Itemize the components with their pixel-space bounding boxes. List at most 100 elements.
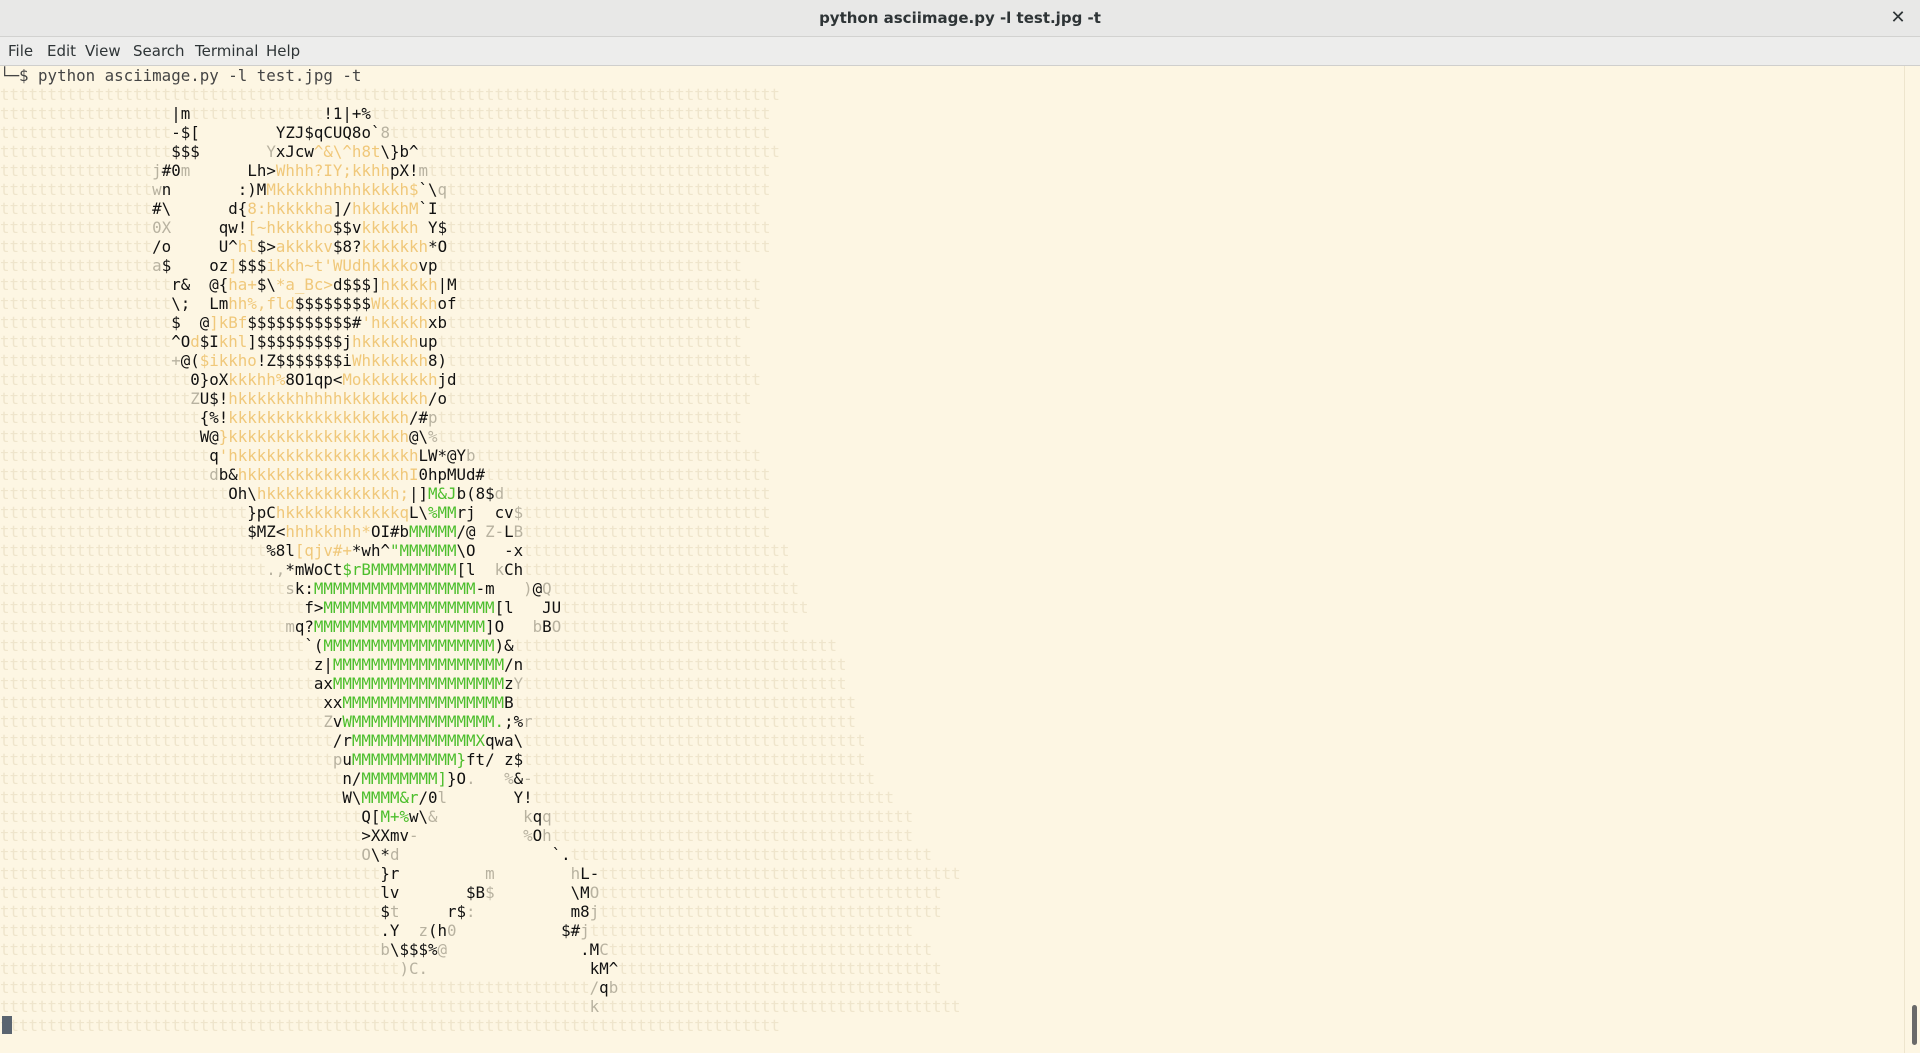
ascii-segment: Y [266, 142, 276, 161]
ascii-segment: -$[ [171, 123, 200, 142]
ascii-segment: tttttttttttttttttttttttttttt [504, 484, 771, 503]
ascii-segment: tttttttttttttttttttttttttttttttttttttt [599, 997, 961, 1016]
ascii-segment: j [580, 921, 590, 940]
ascii-segment: tttttttttttttttttttttttttt [0, 503, 248, 522]
ascii-segment: w\ [408, 807, 429, 826]
ascii-segment: tttttttttttttttttttttttttttttttttt [618, 978, 942, 997]
ascii-line: tttttttttttttttttttttttttt$MZ<hhhkkhhh*O… [0, 522, 961, 541]
scrollbar-thumb[interactable] [1912, 1005, 1917, 1045]
ascii-segment: % [504, 769, 514, 788]
ascii-segment: q [542, 807, 552, 826]
ascii-segment: Whhh?IY;kkhh [275, 161, 390, 180]
ascii-segment: MMMMMMMMMMMMMMMMMM [332, 674, 505, 693]
ascii-segment: *O [428, 237, 448, 256]
ascii-segment: $ [161, 256, 172, 275]
ascii-segment: + [171, 351, 181, 370]
ascii-segment [399, 864, 485, 883]
ascii-segment: tttttttttttttttttttttttttttttttttttttt [570, 845, 933, 864]
ascii-segment: #\ [152, 199, 172, 218]
ascii-segment: tttttttttttttttttttttttttttttttttttttttt… [0, 959, 400, 978]
menu-terminal[interactable]: Terminal [195, 42, 258, 60]
menu-file[interactable]: File [8, 42, 33, 60]
ascii-segment [447, 940, 580, 959]
ascii-segment: h [542, 826, 552, 845]
ascii-segment: tttttttttttttttttttttttttttttttt [437, 332, 742, 351]
ascii-segment: MMMMMMMMMMM} [351, 750, 467, 769]
ascii-segment: Y$ [418, 218, 448, 237]
ascii-segment: %8l [266, 541, 295, 560]
ascii-segment: qwa\ [485, 731, 524, 750]
ascii-line: ttttttttttttttttttttttttttttttmq?MMMMMMM… [0, 617, 961, 636]
ascii-segment [399, 902, 447, 921]
ascii-segment: kM^ [589, 959, 619, 978]
ascii-segment: Z- [475, 522, 505, 541]
ascii-segment: tttttttttttttttttt [0, 313, 172, 332]
ascii-line: tttttttttttttttttt^Od$Ikhl]$$$$$$$$$jhkk… [0, 332, 961, 351]
ascii-segment: ) [523, 579, 533, 598]
ascii-segment [190, 294, 209, 313]
ascii-segment: *wh^ [351, 541, 390, 560]
menu-search[interactable]: Search [133, 42, 185, 60]
ascii-segment: tttttttttttttttttttttttttttttttttttttttt [0, 921, 381, 940]
ascii-segment: tttttttttttttttttttttttttttttttt [447, 351, 752, 370]
menu-edit[interactable]: Edit [47, 42, 76, 60]
ascii-segment: ttttttttttttttttttttt [0, 408, 200, 427]
menu-help[interactable]: Help [266, 42, 300, 60]
ascii-segment: z$ [504, 750, 524, 769]
ascii-segment: kkkkkkh [361, 237, 429, 256]
ascii-segment [399, 845, 551, 864]
ascii-segment: tttttttttttttttttttt [0, 370, 191, 389]
ascii-segment [181, 313, 200, 332]
ascii-segment: /r [332, 731, 352, 750]
ascii-segment: tttttttttttttttt [0, 161, 153, 180]
ascii-segment [495, 579, 524, 598]
ascii-segment: q? [294, 617, 314, 636]
ascii-segment [457, 921, 562, 940]
ascii-segment: ttttttttttttttttttttttttttttttttt [0, 655, 314, 674]
menu-bar: File Edit View Search Terminal Help [0, 37, 1920, 66]
ascii-segment: /@ [456, 522, 476, 541]
ascii-segment: tttttttttttttttttttttttttttttttttttttttt… [0, 978, 590, 997]
ascii-segment: Y! [513, 788, 533, 807]
ascii-segment: Lm [209, 294, 229, 313]
ascii-segment: #0 [161, 161, 181, 180]
ascii-segment: $rBMMMMMMMMM [342, 560, 457, 579]
ascii-segment: b(8$ [456, 484, 495, 503]
ascii-segment [399, 921, 418, 940]
scrollbar[interactable] [1904, 66, 1920, 1053]
ascii-segment: \* [370, 845, 390, 864]
ascii-segment: $# [561, 921, 581, 940]
menu-view[interactable]: View [85, 42, 121, 60]
ascii-segment: tttttttttttttttttttttt [0, 465, 210, 484]
ascii-segment [171, 256, 209, 275]
ascii-segment: q [209, 446, 219, 465]
ascii-segment: d [190, 332, 200, 351]
ascii-line: tttttttttttttttttttttW@}kkkkkkkkkkkkkkkk… [0, 427, 961, 446]
ascii-segment: /0 [418, 788, 438, 807]
ascii-line: ttttttttttttttttttttttq'hkkkkkkkkkkkkkkk… [0, 446, 961, 465]
ascii-segment [418, 826, 523, 845]
ascii-segment: 8) [428, 351, 448, 370]
ascii-segment: f> [304, 598, 324, 617]
ascii-segment [171, 218, 219, 237]
ascii-segment: b& [218, 465, 238, 484]
ascii-segment: |] [408, 484, 429, 503]
ascii-segment: r& [171, 275, 191, 294]
ascii-segment: ., [266, 560, 286, 579]
ascii-segment: r$ [447, 902, 467, 921]
close-icon[interactable]: ✕ [1886, 6, 1910, 30]
ascii-segment: /o [152, 237, 172, 256]
ascii-segment: h [570, 864, 581, 883]
ascii-segment: tttttttttttttttttttttttttttttttt [437, 427, 742, 446]
ascii-segment: C [599, 940, 609, 959]
ascii-segment [200, 142, 267, 161]
ascii-line: ttttttttttttttttttttttttttttttttttttttO\… [0, 845, 961, 864]
ascii-line: tttttttttttttttttt-$[ YZJ$qCUQ8o`8tttttt… [0, 123, 961, 142]
ascii-segment: k [523, 807, 533, 826]
ascii-segment: M&J [428, 484, 457, 503]
ascii-line: tttttttttttttttttttttttttttttttttaxMMMMM… [0, 674, 961, 693]
ascii-segment [476, 541, 505, 560]
ascii-segment: tttttttttttttttttttttttttttt [0, 541, 267, 560]
ascii-segment [514, 598, 543, 617]
terminal-area[interactable]: └─$ python asciimage.py -l test.jpg -t tt… [0, 66, 1905, 1053]
